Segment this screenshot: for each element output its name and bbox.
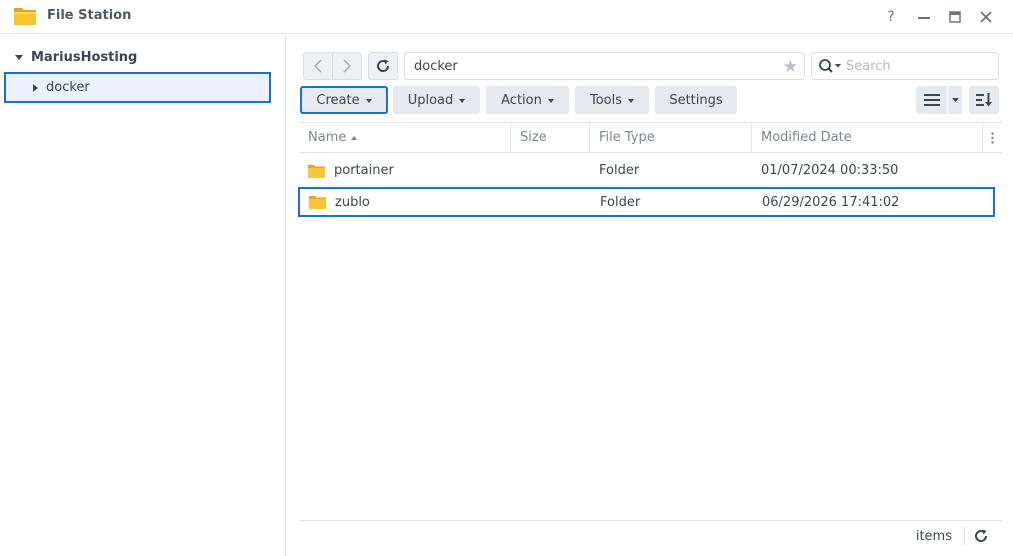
column-type-label: File Type <box>599 130 655 145</box>
file-type: Folder <box>599 163 640 178</box>
sidebar-item-label: docker <box>46 80 90 95</box>
sidebar: MariusHosting docker <box>0 35 286 556</box>
folder-icon <box>309 195 326 209</box>
table-header: Name Size File Type Modified Date <box>299 122 1002 153</box>
view-mode-button[interactable] <box>916 86 962 114</box>
star-icon[interactable]: ★ <box>783 57 798 77</box>
items-count-label: items <box>915 529 952 544</box>
back-button[interactable] <box>304 53 332 79</box>
file-modified-date: 06/29/2026 17:41:02 <box>762 194 900 210</box>
column-header-date[interactable]: Modified Date <box>752 123 983 152</box>
sort-icon <box>976 93 992 107</box>
path-text: docker <box>414 58 458 74</box>
close-icon[interactable] <box>975 6 997 28</box>
file-name: zublo <box>335 194 370 210</box>
view-dropdown-icon[interactable] <box>947 86 962 114</box>
caret-right-icon[interactable] <box>33 83 38 92</box>
title-bar: File Station ? <box>0 0 1013 34</box>
refresh-icon[interactable] <box>972 527 990 545</box>
list-view-icon[interactable] <box>916 86 947 114</box>
file-name: portainer <box>334 163 394 178</box>
dropdown-arrow-icon <box>547 98 554 103</box>
nav-buttons <box>303 52 362 80</box>
tools-label: Tools <box>589 92 623 108</box>
folder-app-icon <box>13 5 37 27</box>
settings-button[interactable]: Settings <box>655 86 737 114</box>
help-button[interactable]: ? <box>880 6 902 28</box>
upload-label: Upload <box>407 92 454 108</box>
file-type: Folder <box>600 194 641 210</box>
column-header-name[interactable]: Name <box>299 123 511 152</box>
action-button[interactable]: Action <box>486 86 569 114</box>
sort-ascending-icon <box>351 135 358 140</box>
sidebar-item-docker[interactable]: docker <box>4 72 271 103</box>
chevron-right-icon <box>343 59 351 73</box>
tree-root-label: MariusHosting <box>31 50 138 65</box>
upload-button[interactable]: Upload <box>393 86 480 114</box>
column-size-label: Size <box>520 130 547 145</box>
column-menu-icon[interactable] <box>983 123 1002 152</box>
table-row[interactable]: zublo Folder 06/29/2026 17:41:02 <box>298 187 995 217</box>
minimize-icon[interactable] <box>913 6 935 28</box>
file-modified-date: 01/07/2024 00:33:50 <box>761 163 899 178</box>
dropdown-arrow-icon <box>365 98 372 103</box>
dropdown-arrow-icon <box>628 98 635 103</box>
path-field[interactable]: docker ★ <box>404 52 805 80</box>
table-row[interactable]: portainer Folder 01/07/2024 00:33:50 <box>299 156 1002 186</box>
dropdown-arrow-icon <box>459 98 466 103</box>
search-input[interactable] <box>846 58 986 74</box>
search-box <box>811 52 999 80</box>
window-title: File Station <box>47 8 132 23</box>
forward-button[interactable] <box>332 53 361 79</box>
caret-down-icon <box>15 55 23 60</box>
folder-icon <box>308 164 325 178</box>
action-label: Action <box>501 92 542 108</box>
chevron-left-icon <box>314 59 322 73</box>
refresh-button[interactable] <box>368 52 398 80</box>
tree-root-mariushosting[interactable]: MariusHosting <box>15 50 137 65</box>
column-header-size[interactable]: Size <box>511 123 590 152</box>
footer-divider <box>964 527 965 545</box>
search-icon[interactable] <box>816 58 846 74</box>
sort-button[interactable] <box>969 86 999 114</box>
column-date-label: Modified Date <box>761 130 852 145</box>
refresh-icon <box>377 59 390 72</box>
column-name-label: Name <box>308 130 347 145</box>
maximize-icon[interactable] <box>944 6 966 28</box>
tools-button[interactable]: Tools <box>575 86 649 114</box>
create-label: Create <box>316 92 360 108</box>
settings-label: Settings <box>669 92 723 108</box>
column-header-type[interactable]: File Type <box>590 123 752 152</box>
create-button[interactable]: Create <box>300 86 388 114</box>
status-footer: items <box>299 520 1002 550</box>
